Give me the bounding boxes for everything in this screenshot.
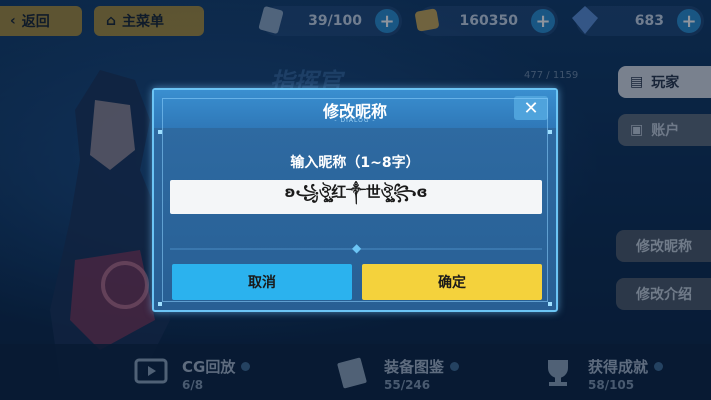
frame-corner [548,302,552,306]
divider-diamond-icon: ◆ [352,241,362,255]
nickname-dialog: 修改昵称 - DIALOG - ✕ 输入昵称（1~8字） ◆ 取消 确定 [152,88,558,312]
cancel-button[interactable]: 取消 [172,264,352,300]
confirm-button[interactable]: 确定 [362,264,542,300]
cancel-label: 取消 [248,275,276,291]
frame-corner [548,130,552,134]
frame-corner [158,130,162,134]
frame-corner [158,302,162,306]
nickname-input[interactable] [170,180,542,214]
confirm-label: 确定 [438,275,466,291]
nickname-prompt: 输入昵称（1~8字） [290,155,420,171]
